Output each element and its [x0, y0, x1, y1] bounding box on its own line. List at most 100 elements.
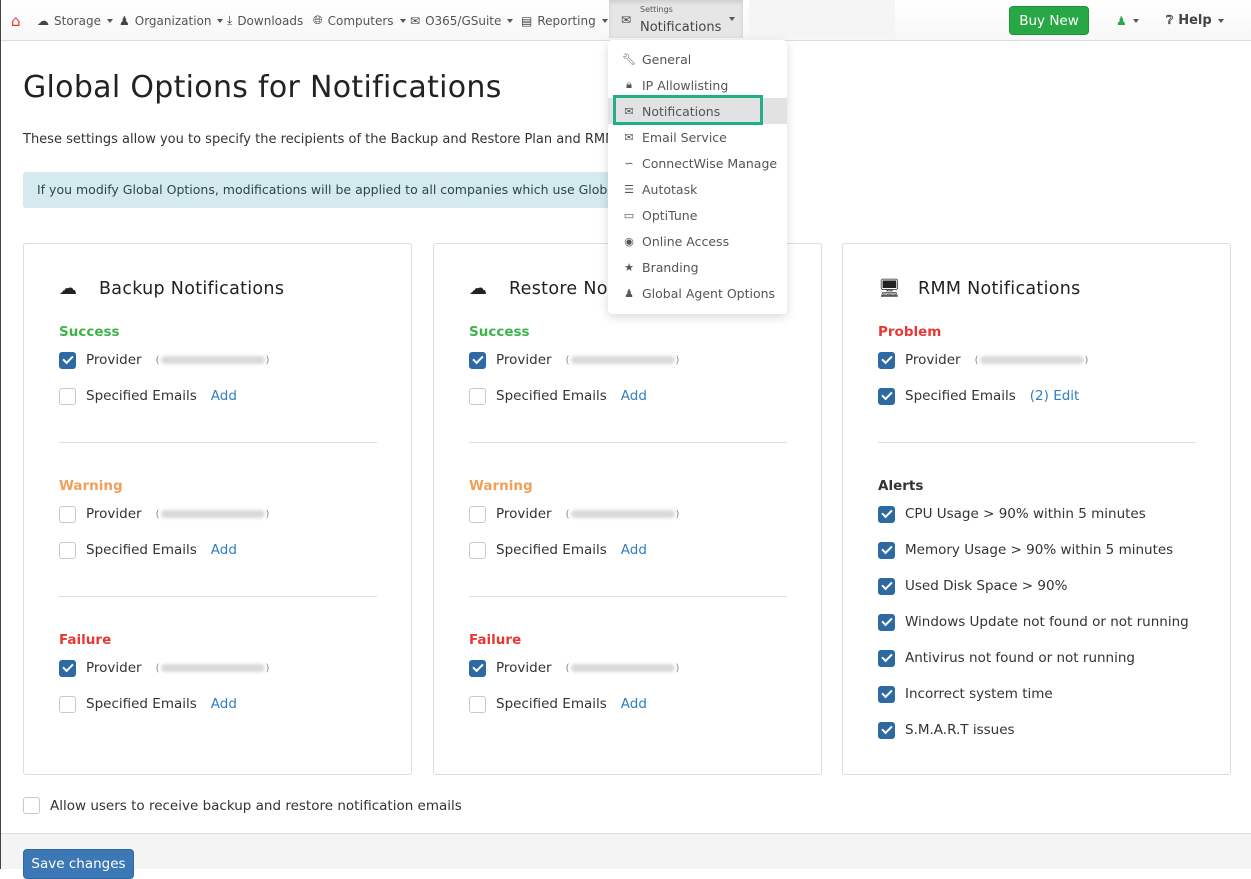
- card-header: 🖥︎ RMM Notifications: [878, 278, 1081, 299]
- alert-row: Windows Update not found or not running: [878, 604, 1196, 640]
- cloud-upload-icon: ☁: [469, 278, 487, 299]
- monitor-chart-icon: 🖥︎: [878, 278, 901, 299]
- menu-item-autotask[interactable]: ☰ Autotask: [608, 176, 787, 202]
- divider: [878, 442, 1196, 443]
- bar-chart-icon: ▤: [521, 13, 533, 28]
- alert-checkbox[interactable]: [878, 721, 895, 739]
- cloud-icon: ☁: [37, 13, 49, 28]
- alert-row: CPU Usage > 90% within 5 minutes: [878, 496, 1196, 532]
- restore-notifications-card: ☁ Restore Notifications Success Provider…: [433, 243, 822, 775]
- provider-row: Provider(): [59, 496, 377, 532]
- nav-reporting[interactable]: ▤ Reporting: [521, 0, 608, 41]
- globe-icon: ◉: [624, 234, 634, 248]
- alert-checkbox[interactable]: [878, 577, 895, 595]
- problem-section: Problem Provider() Specified Emails (2) E…: [878, 324, 1196, 414]
- specified-emails-checkbox[interactable]: [878, 387, 895, 405]
- provider-email: (): [155, 508, 270, 520]
- specified-emails-checkbox[interactable]: [469, 387, 486, 405]
- alert-row: Used Disk Space > 90%: [878, 568, 1196, 604]
- alert-checkbox[interactable]: [878, 685, 895, 703]
- provider-email: (): [565, 662, 680, 674]
- menu-item-online-access[interactable]: ◉ Online Access: [608, 228, 787, 254]
- menu-item-general[interactable]: 🔧︎ General: [608, 46, 787, 72]
- specified-emails-row: Specified Emails Add: [59, 686, 377, 722]
- nav-downloads[interactable]: ⤓ Downloads: [227, 0, 303, 41]
- edit-emails-link[interactable]: (2) Edit: [1030, 388, 1080, 404]
- provider-checkbox[interactable]: [878, 351, 895, 369]
- provider-row: Provider(): [878, 342, 1196, 378]
- settings-dropdown-menu: 🔧︎ General 🔒︎ IP Allowlisting ✉ Notificatio…: [608, 40, 787, 314]
- nav-storage[interactable]: ☁ Storage: [37, 0, 113, 41]
- save-changes-button[interactable]: Save changes: [23, 849, 134, 879]
- provider-email: (): [155, 354, 270, 366]
- provider-row: Provider(): [469, 496, 787, 532]
- add-emails-link[interactable]: Add: [211, 696, 237, 712]
- warning-section: Warning Provider() Specified Emails Add: [469, 478, 787, 568]
- menu-item-branding[interactable]: ★ Branding: [608, 254, 787, 280]
- nav-settings[interactable]: ✉ Settings Notifications: [609, 0, 743, 38]
- nav-empty-slot: [749, 0, 895, 38]
- provider-row: Provider(): [469, 342, 787, 378]
- provider-checkbox[interactable]: [469, 505, 486, 523]
- provider-row: Provider(): [59, 650, 377, 686]
- specified-emails-checkbox[interactable]: [59, 541, 76, 559]
- add-emails-link[interactable]: Add: [621, 388, 647, 404]
- nav-computers[interactable]: 🌐︎ Computers: [313, 0, 406, 41]
- envelope-icon: ✉: [410, 13, 421, 28]
- menu-item-optitune[interactable]: ▭ OptiTune: [608, 202, 787, 228]
- home-link[interactable]: ⌂: [11, 0, 21, 41]
- provider-email: (): [974, 354, 1089, 366]
- buy-new-button[interactable]: Buy New: [1009, 6, 1089, 35]
- add-emails-link[interactable]: Add: [211, 388, 237, 404]
- provider-checkbox[interactable]: [59, 351, 76, 369]
- alerts-section: Alerts CPU Usage > 90% within 5 minutes …: [878, 478, 1196, 748]
- footer-bar: Save changes: [1, 833, 1251, 879]
- add-emails-link[interactable]: Add: [621, 696, 647, 712]
- user-icon: ♟: [1116, 13, 1127, 28]
- allow-users-checkbox[interactable]: [23, 797, 40, 814]
- menu-item-global-agent-options[interactable]: ♟ Global Agent Options: [608, 280, 787, 306]
- provider-row: Provider(): [469, 650, 787, 686]
- caret-down-icon: [1132, 18, 1139, 23]
- menu-item-connectwise-manage[interactable]: ∽ ConnectWise Manage: [608, 150, 787, 176]
- help-menu[interactable]: ❔︎ Help: [1166, 0, 1224, 41]
- provider-checkbox[interactable]: [59, 659, 76, 677]
- specified-emails-row: Specified Emails Add: [59, 378, 377, 414]
- specified-emails-checkbox[interactable]: [469, 541, 486, 559]
- cloud-download-icon: ☁: [59, 278, 77, 299]
- add-emails-link[interactable]: Add: [621, 542, 647, 558]
- info-alert: If you modify Global Options, modificati…: [23, 172, 623, 208]
- envelope-icon: ✉: [624, 104, 634, 118]
- provider-email: (): [565, 508, 680, 520]
- alert-checkbox[interactable]: [878, 505, 895, 523]
- divider: [469, 442, 787, 443]
- user-icon: ♟: [624, 286, 634, 300]
- provider-checkbox[interactable]: [469, 659, 486, 677]
- menu-item-email-service[interactable]: ✉ Email Service: [608, 124, 787, 150]
- alert-checkbox[interactable]: [878, 613, 895, 631]
- user-menu[interactable]: ♟: [1116, 0, 1139, 41]
- alert-checkbox[interactable]: [878, 649, 895, 667]
- alert-checkbox[interactable]: [878, 541, 895, 559]
- card-header: ☁ Backup Notifications: [59, 278, 285, 299]
- success-section: Success Provider() Specified Emails Add: [59, 324, 377, 414]
- specified-emails-row: Specified Emails Add: [469, 686, 787, 722]
- specified-emails-checkbox[interactable]: [59, 695, 76, 713]
- rss-icon: ∽: [624, 156, 634, 170]
- provider-row: Provider(): [59, 342, 377, 378]
- alert-row: Incorrect system time: [878, 676, 1196, 712]
- provider-checkbox[interactable]: [59, 505, 76, 523]
- nav-o365-gsuite[interactable]: ✉ O365/GSuite: [410, 0, 514, 41]
- menu-item-notifications[interactable]: ✉ Notifications: [608, 95, 787, 125]
- intro-text: These settings allow you to specify the …: [23, 132, 617, 147]
- nav-organization[interactable]: ♟ Organization: [119, 0, 224, 41]
- specified-emails-checkbox[interactable]: [59, 387, 76, 405]
- caret-down-icon: [106, 18, 113, 23]
- provider-checkbox[interactable]: [469, 351, 486, 369]
- provider-email: (): [565, 354, 680, 366]
- divider: [469, 596, 787, 597]
- warning-section: Warning Provider() Specified Emails Add: [59, 478, 377, 568]
- specified-emails-checkbox[interactable]: [469, 695, 486, 713]
- add-emails-link[interactable]: Add: [211, 542, 237, 558]
- divider: [59, 442, 377, 443]
